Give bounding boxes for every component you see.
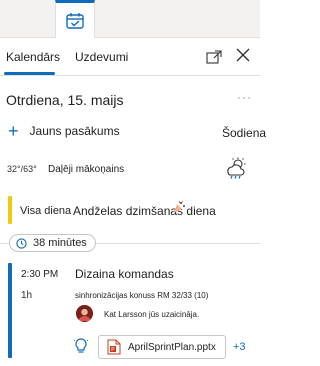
all-day-color-bar (8, 196, 12, 224)
pane-tabs: Kalendārs Uzdevumi (0, 38, 260, 76)
app-switcher-bar (0, 0, 260, 38)
event-start-time: 2:30 PM (21, 269, 59, 280)
all-day-event-title[interactable]: Andželas dzimšanas diena (73, 204, 216, 218)
plus-icon: + (8, 121, 19, 141)
clock-icon (16, 237, 27, 249)
time-until-next-text: 38 minūtes (33, 237, 87, 249)
more-attachments-link[interactable]: +3 (233, 341, 246, 353)
time-until-next-badge: 38 minūtes (9, 234, 96, 252)
event-duration: 1h (21, 290, 33, 301)
tab-tasks[interactable]: Uzdevumi (75, 50, 128, 64)
today-button[interactable]: Šodiena (222, 126, 266, 140)
event-title[interactable]: Dizaina komandas (75, 267, 174, 281)
organizer-note: Kat Larsson jūs uzaicināja. (104, 310, 200, 319)
event-color-bar (8, 263, 12, 358)
calendar-app-tab[interactable] (55, 0, 95, 38)
more-options-icon[interactable]: ··· (237, 90, 252, 104)
popout-icon[interactable] (206, 50, 222, 64)
day-title: Otrdiena, 15. maijs (6, 92, 124, 108)
partly-cloudy-rain-icon (227, 157, 246, 179)
attachment-card[interactable]: P AprilSprintPlan.pptx (98, 335, 226, 359)
event-location: sinhronizācijas konuss RM 32/33 (10) (75, 291, 209, 300)
attachment-filename: AprilSprintPlan.pptx (128, 341, 216, 353)
calendar-check-icon (66, 12, 84, 29)
tab-calendar[interactable]: Kalendārs (6, 50, 60, 64)
lightbulb-icon[interactable] (74, 338, 88, 354)
new-event-label: Jauns pasākums (29, 124, 120, 138)
active-tab-indicator (4, 72, 55, 75)
powerpoint-file-icon: P (107, 339, 121, 355)
all-day-label: Visa diena (20, 205, 72, 217)
new-event-button[interactable]: + Jauns pasākums (8, 122, 120, 140)
weather-temperature: 32°/63° (7, 164, 37, 174)
organizer-avatar (76, 305, 93, 322)
weather-description: Daļēji mākoņains (48, 164, 125, 175)
party-icon (174, 200, 185, 213)
close-icon[interactable] (235, 47, 251, 63)
